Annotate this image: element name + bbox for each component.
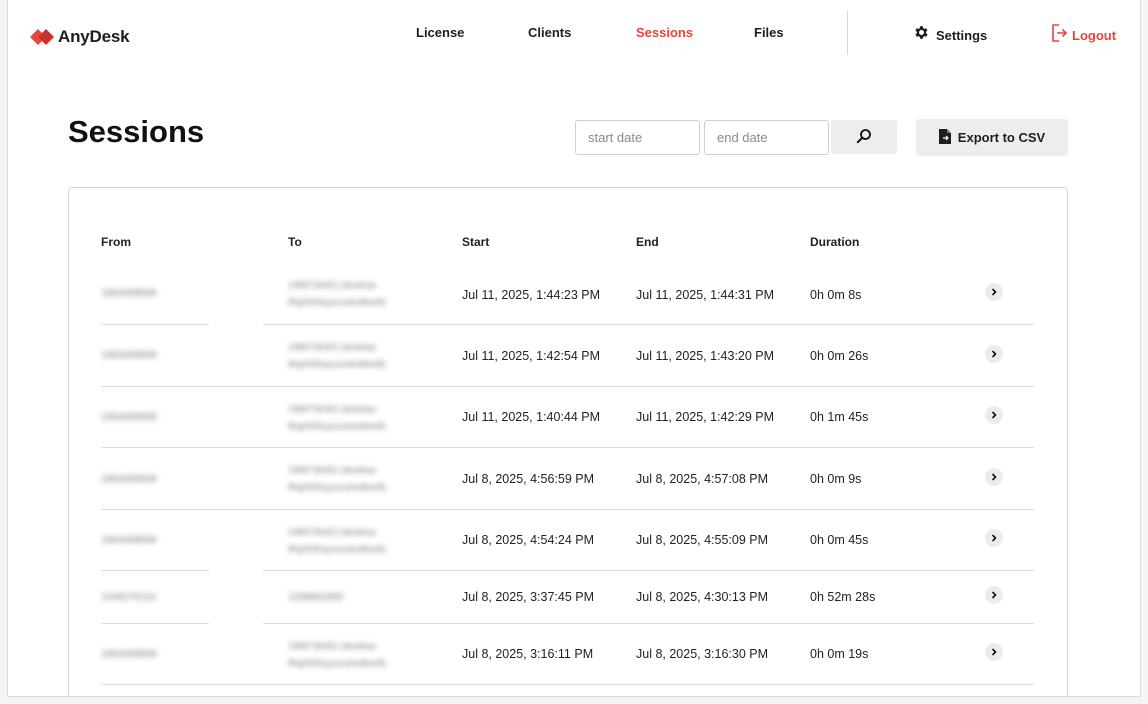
- end-time: Jul 11, 2025, 1:43:20 PM: [636, 349, 775, 363]
- export-csv-button[interactable]: Export to CSV: [916, 119, 1068, 156]
- nav-clients[interactable]: Clients: [528, 25, 571, 40]
- table-row[interactable]: 1963408508 1986736452 (desktop- 8hg093hy…: [69, 325, 1069, 387]
- duration: 0h 0m 26s: [810, 349, 869, 363]
- sessions-table: From To Start End Duration 1963408508 19…: [68, 187, 1069, 696]
- end-time: Jul 8, 2025, 4:57:08 PM: [636, 472, 769, 486]
- nav-files[interactable]: Files: [754, 25, 784, 40]
- from-id: 1963408508: [101, 350, 157, 361]
- app-window: AnyDesk License Clients Sessions Files S…: [7, 0, 1141, 697]
- table-row[interactable]: 1963408508 1986736452 (desktop- 8hg093hy…: [69, 264, 1069, 325]
- to-id: 1986736452 (desktop- 8hg093hyyuzudna8ws8…: [288, 641, 386, 668]
- from-id: 1963408508: [101, 474, 157, 485]
- from-id: 1963408508: [101, 535, 157, 546]
- column-header-start: Start: [462, 235, 490, 249]
- nav-license[interactable]: License: [416, 25, 464, 40]
- brand-name: AnyDesk: [58, 27, 130, 46]
- end-time: Jul 8, 2025, 3:16:30 PM: [636, 647, 769, 661]
- export-csv-label: Export to CSV: [957, 130, 1046, 145]
- from-id: 1963408508: [101, 288, 157, 299]
- duration: 0h 0m 9s: [810, 472, 862, 486]
- to-id: 1986736452 (desktop- 8hg093hyyuzudna8ws8…: [288, 280, 386, 307]
- anydesk-logo-icon: [30, 26, 56, 48]
- table-row[interactable]: 1049275114 1269662692 Jul 8, 2025, 3:37:…: [69, 571, 1069, 624]
- table-row[interactable]: 1963408508 1986736452 (desktop- 8hg093hy…: [69, 448, 1069, 510]
- column-header-to: To: [288, 235, 302, 249]
- duration: 0h 0m 45s: [810, 533, 869, 547]
- start-time: Jul 11, 2025, 1:44:23 PM: [462, 288, 601, 302]
- export-file-icon: [938, 128, 958, 147]
- nav-sessions[interactable]: Sessions: [636, 25, 693, 40]
- settings-label: Settings: [936, 27, 988, 43]
- start-time: Jul 8, 2025, 3:37:45 PM: [462, 590, 595, 604]
- to-id: 1986736452 (desktop- 8hg093hyyuzudna8ws8…: [288, 465, 386, 492]
- nav-divider: [847, 11, 848, 55]
- column-header-end: End: [636, 235, 659, 249]
- row-details-chevron-icon[interactable]: [985, 529, 1003, 547]
- end-date-input[interactable]: [704, 120, 829, 155]
- from-id: 1963408508: [101, 649, 157, 660]
- logout-button[interactable]: Logout: [1051, 24, 1116, 47]
- anydesk-logo[interactable]: AnyDesk: [30, 26, 130, 48]
- end-time: Jul 8, 2025, 4:30:13 PM: [636, 590, 769, 604]
- table-row[interactable]: 1963408508 1986736452 (desktop- 8hg093hy…: [69, 510, 1069, 571]
- table-row[interactable]: 1963408508 1986736452 (desktop- 8hg093hy…: [69, 387, 1069, 448]
- from-id: 1963408508: [101, 412, 157, 423]
- start-time: Jul 11, 2025, 1:40:44 PM: [462, 410, 601, 424]
- duration: 0h 52m 28s: [810, 590, 876, 604]
- start-time: Jul 11, 2025, 1:42:54 PM: [462, 349, 601, 363]
- from-id: 1049275114: [101, 592, 156, 603]
- end-time: Jul 11, 2025, 1:44:31 PM: [636, 288, 775, 302]
- end-time: Jul 11, 2025, 1:42:29 PM: [636, 410, 775, 424]
- to-id: 1986736452 (desktop- 8hg093hyyuzudna8ws8…: [288, 404, 386, 431]
- start-time: Jul 8, 2025, 4:54:24 PM: [462, 533, 595, 547]
- gear-icon: [913, 24, 930, 46]
- logout-label: Logout: [1072, 28, 1117, 43]
- end-time: Jul 8, 2025, 4:55:09 PM: [636, 533, 769, 547]
- to-id: 1986736452 (desktop- 8hg093hyyuzudna8ws8…: [288, 342, 386, 369]
- row-details-chevron-icon[interactable]: [985, 643, 1003, 661]
- table-row[interactable]: 1963408508 1986736452 (desktop- 8hg093hy…: [69, 624, 1069, 685]
- page-title: Sessions: [68, 114, 205, 149]
- search-button[interactable]: [831, 120, 897, 154]
- row-details-chevron-icon[interactable]: [985, 468, 1003, 486]
- column-header-from: From: [101, 235, 131, 249]
- column-header-duration: Duration: [810, 235, 860, 249]
- duration: 0h 0m 8s: [810, 288, 862, 302]
- to-id: 1269662692: [288, 592, 344, 603]
- start-time: Jul 8, 2025, 4:56:59 PM: [462, 472, 595, 486]
- duration: 0h 0m 19s: [810, 647, 869, 661]
- row-details-chevron-icon[interactable]: [985, 406, 1003, 424]
- to-id: 1986736452 (desktop- 8hg093hyyuzudna8ws8…: [288, 527, 386, 554]
- search-icon: [856, 128, 872, 147]
- settings-button[interactable]: Settings: [913, 24, 987, 46]
- row-details-chevron-icon[interactable]: [985, 345, 1003, 363]
- row-details-chevron-icon[interactable]: [985, 283, 1003, 301]
- row-details-chevron-icon[interactable]: [985, 586, 1003, 604]
- duration: 0h 1m 45s: [810, 410, 869, 424]
- start-date-input[interactable]: [575, 120, 700, 155]
- logout-icon: [1051, 24, 1068, 47]
- row-divider: [101, 684, 1034, 685]
- start-time: Jul 8, 2025, 3:16:11 PM: [462, 647, 594, 661]
